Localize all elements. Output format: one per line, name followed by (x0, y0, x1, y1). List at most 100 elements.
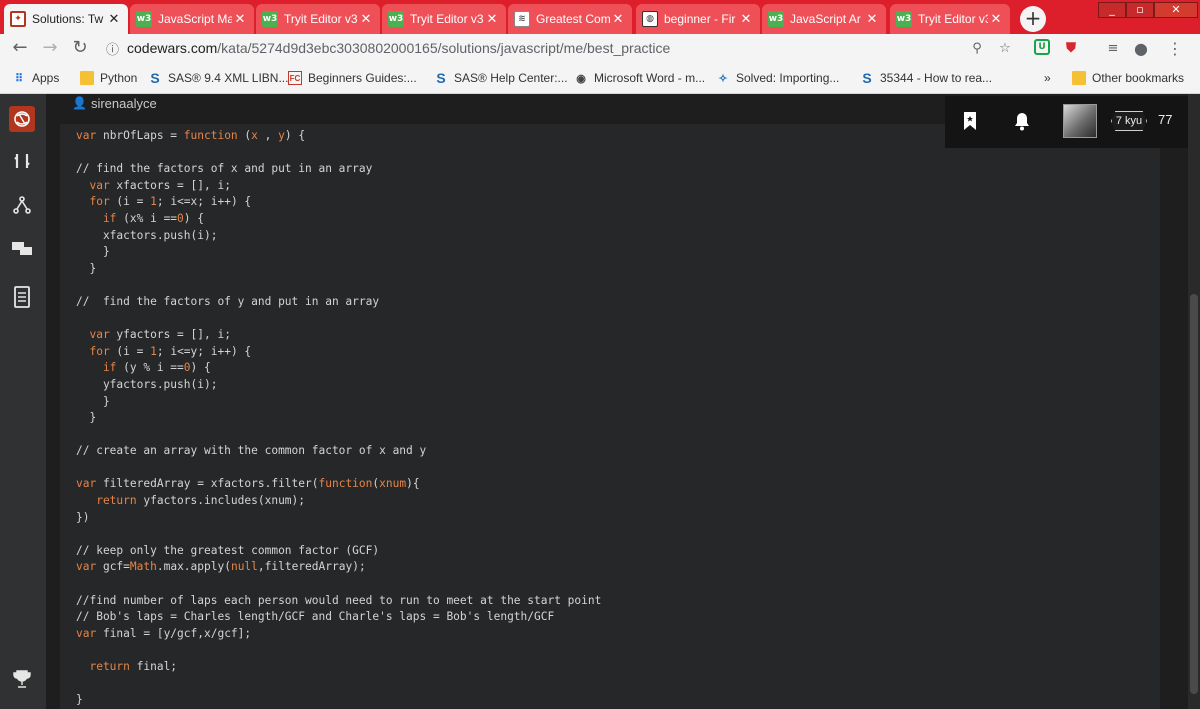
browser-tab[interactable]: w3 Tryit Editor v3 ✕ (256, 4, 380, 34)
kumite-icon[interactable] (9, 192, 35, 218)
star-icon[interactable]: ☆ (996, 39, 1014, 57)
code-line: } (76, 245, 110, 259)
fc-icon: FC (288, 71, 302, 85)
bookmark-label: Apps (32, 71, 60, 85)
practice-icon[interactable] (9, 148, 35, 174)
bookmark-item[interactable]: FC Beginners Guides:... (288, 69, 417, 87)
close-icon[interactable]: ✕ (738, 12, 754, 27)
close-icon[interactable]: ✕ (610, 12, 626, 27)
code-line: return yfactors.includes(xnum); (76, 494, 306, 508)
solution-author[interactable]: 👤 sirenaalyce (72, 94, 157, 112)
codewars-logo-icon[interactable] (9, 106, 35, 132)
code-line: //find number of laps each person would … (76, 593, 602, 607)
discuss-icon[interactable] (9, 236, 35, 262)
close-icon[interactable]: ✕ (358, 12, 374, 27)
code-line: var filteredArray = xfactors.filter(func… (76, 477, 420, 491)
zoom-icon[interactable]: ⚲ (968, 39, 986, 57)
w3schools-icon: w3 (768, 11, 784, 27)
bookmark-label: Solved: Importing... (736, 71, 840, 85)
other-bookmarks[interactable]: Other bookmarks (1072, 69, 1184, 87)
browser-tab[interactable]: ◍ beginner - Fir ✕ (636, 4, 760, 34)
code-line: ​ (76, 277, 601, 294)
code-line: var nbrOfLaps = function (x , y) { (76, 129, 306, 142)
menu-icon[interactable]: ⋮ (1166, 39, 1184, 58)
bookmark-item[interactable]: S SAS® 9.4 XML LIBN... (148, 69, 288, 87)
close-icon[interactable]: ✕ (484, 12, 500, 27)
tab-title: Tryit Editor v3 (284, 12, 358, 26)
code-line: // Bob's laps = Charles length/GCF and C… (76, 610, 555, 624)
avatar[interactable] (1063, 104, 1097, 138)
sas-icon: S (150, 70, 160, 86)
info-icon[interactable]: ⓘ (106, 39, 119, 58)
close-icon[interactable]: ✕ (106, 12, 122, 27)
user-icon: 👤 (72, 96, 87, 110)
code-line: // find the factors of x and put in an a… (76, 162, 373, 176)
extension-icon[interactable]: U (1034, 39, 1050, 55)
code-line: yfactors.push(i); (76, 377, 218, 391)
browser-tab[interactable]: w3 Tryit Editor v3 ✕ (382, 4, 506, 34)
code-line: // create an array with the common facto… (76, 444, 427, 458)
tab-title: Solutions: Tw (32, 12, 104, 26)
browser-tab[interactable]: w3 JavaScript Ma ✕ (130, 4, 254, 34)
media-icon[interactable]: ≡ (1104, 39, 1122, 57)
scroll-thumb[interactable] (1190, 294, 1198, 694)
browser-toolbar: ← → ↻ ⓘ codewars.com/kata/5274d9d3ebc303… (0, 34, 1200, 62)
code-line: ​ (76, 145, 601, 162)
bell-icon[interactable] (1011, 110, 1033, 132)
user-menu: 7 kyu 77 (945, 96, 1188, 148)
close-icon[interactable]: ✕ (864, 12, 880, 27)
browser-tab[interactable]: w3 Tryit Editor v3 ✕ (890, 4, 1010, 34)
bookmark-item[interactable]: S 35344 - How to rea... (860, 69, 992, 87)
bookmark-item[interactable]: ⠿ Apps (12, 69, 59, 87)
url-text[interactable]: codewars.com/kata/5274d9d3ebc30308020001… (127, 40, 670, 56)
forward-arrow-icon[interactable]: → (40, 38, 60, 58)
tab-title: Greatest Com (536, 12, 610, 26)
tab-title: JavaScript Ma (158, 12, 232, 26)
code-line: var gcf=Math.max.apply(null,filteredArra… (76, 560, 366, 574)
close-icon[interactable]: ✕ (988, 12, 1004, 27)
code-line: var yfactors = [], i; (76, 328, 231, 342)
page-scrollbar[interactable] (1188, 94, 1200, 709)
tab-title: Tryit Editor v3 (918, 12, 988, 26)
shield-icon[interactable]: ⛊ (1062, 39, 1080, 57)
reload-icon[interactable]: ↻ (70, 38, 90, 58)
apps-grid-icon: ⠿ (14, 72, 24, 85)
address-bar[interactable]: ⓘ codewars.com/kata/5274d9d3ebc303080200… (100, 36, 1020, 60)
new-tab-button[interactable]: + (1020, 6, 1046, 32)
bookmark-item[interactable]: ◉ Microsoft Word - m... (574, 69, 705, 87)
code-line: } (76, 411, 97, 425)
bookmark-item[interactable]: ✧ Solved: Importing... (716, 69, 839, 87)
sidebar (0, 94, 46, 709)
bookmark-item[interactable]: Python (80, 69, 137, 87)
docs-icon[interactable] (9, 284, 35, 310)
maximize-button[interactable]: ▫ (1126, 2, 1154, 18)
code-line: // keep only the greatest common factor … (76, 543, 380, 557)
browser-tab[interactable]: w3 JavaScript Ar ✕ (762, 4, 886, 34)
honor-count: 77 (1158, 112, 1173, 127)
bookmark-label: SAS® Help Center:... (454, 71, 568, 85)
code-line: ​ (76, 427, 601, 444)
account-icon[interactable]: ● (1132, 39, 1150, 58)
close-window-button[interactable]: ✕ (1154, 2, 1198, 18)
bookmark-icon[interactable] (959, 110, 981, 132)
tab-title: JavaScript Ar (790, 12, 861, 26)
codewars-icon: ✦ (10, 11, 26, 27)
folder-icon (80, 71, 94, 85)
main-content: 👤 sirenaalyce var nbrOfLaps = function (… (46, 94, 1188, 709)
tab-title: Tryit Editor v3 (410, 12, 484, 26)
code-line: if (y % i ==0) { (76, 361, 211, 375)
browser-tab[interactable]: ✦ Solutions: Tw ✕ (4, 4, 128, 34)
browser-tab[interactable]: ≋ Greatest Com ✕ (508, 4, 632, 34)
code-line: xfactors.push(i); (76, 228, 218, 242)
stackoverflow-icon: ≋ (514, 11, 530, 27)
close-icon[interactable]: ✕ (232, 12, 248, 27)
bookmark-item[interactable]: S SAS® Help Center:... (434, 69, 568, 87)
code-block: var nbrOfLaps = function (x , y) {​// fi… (60, 124, 1160, 709)
trophy-icon[interactable] (9, 666, 35, 692)
minimize-button[interactable]: _ (1098, 2, 1126, 18)
code-line: ​ (76, 676, 601, 693)
back-arrow-icon[interactable]: ← (10, 38, 30, 58)
bookmark-label: Python (100, 71, 138, 85)
bookmarks-overflow[interactable]: » (1044, 69, 1051, 87)
code-line: ​ (76, 642, 601, 659)
